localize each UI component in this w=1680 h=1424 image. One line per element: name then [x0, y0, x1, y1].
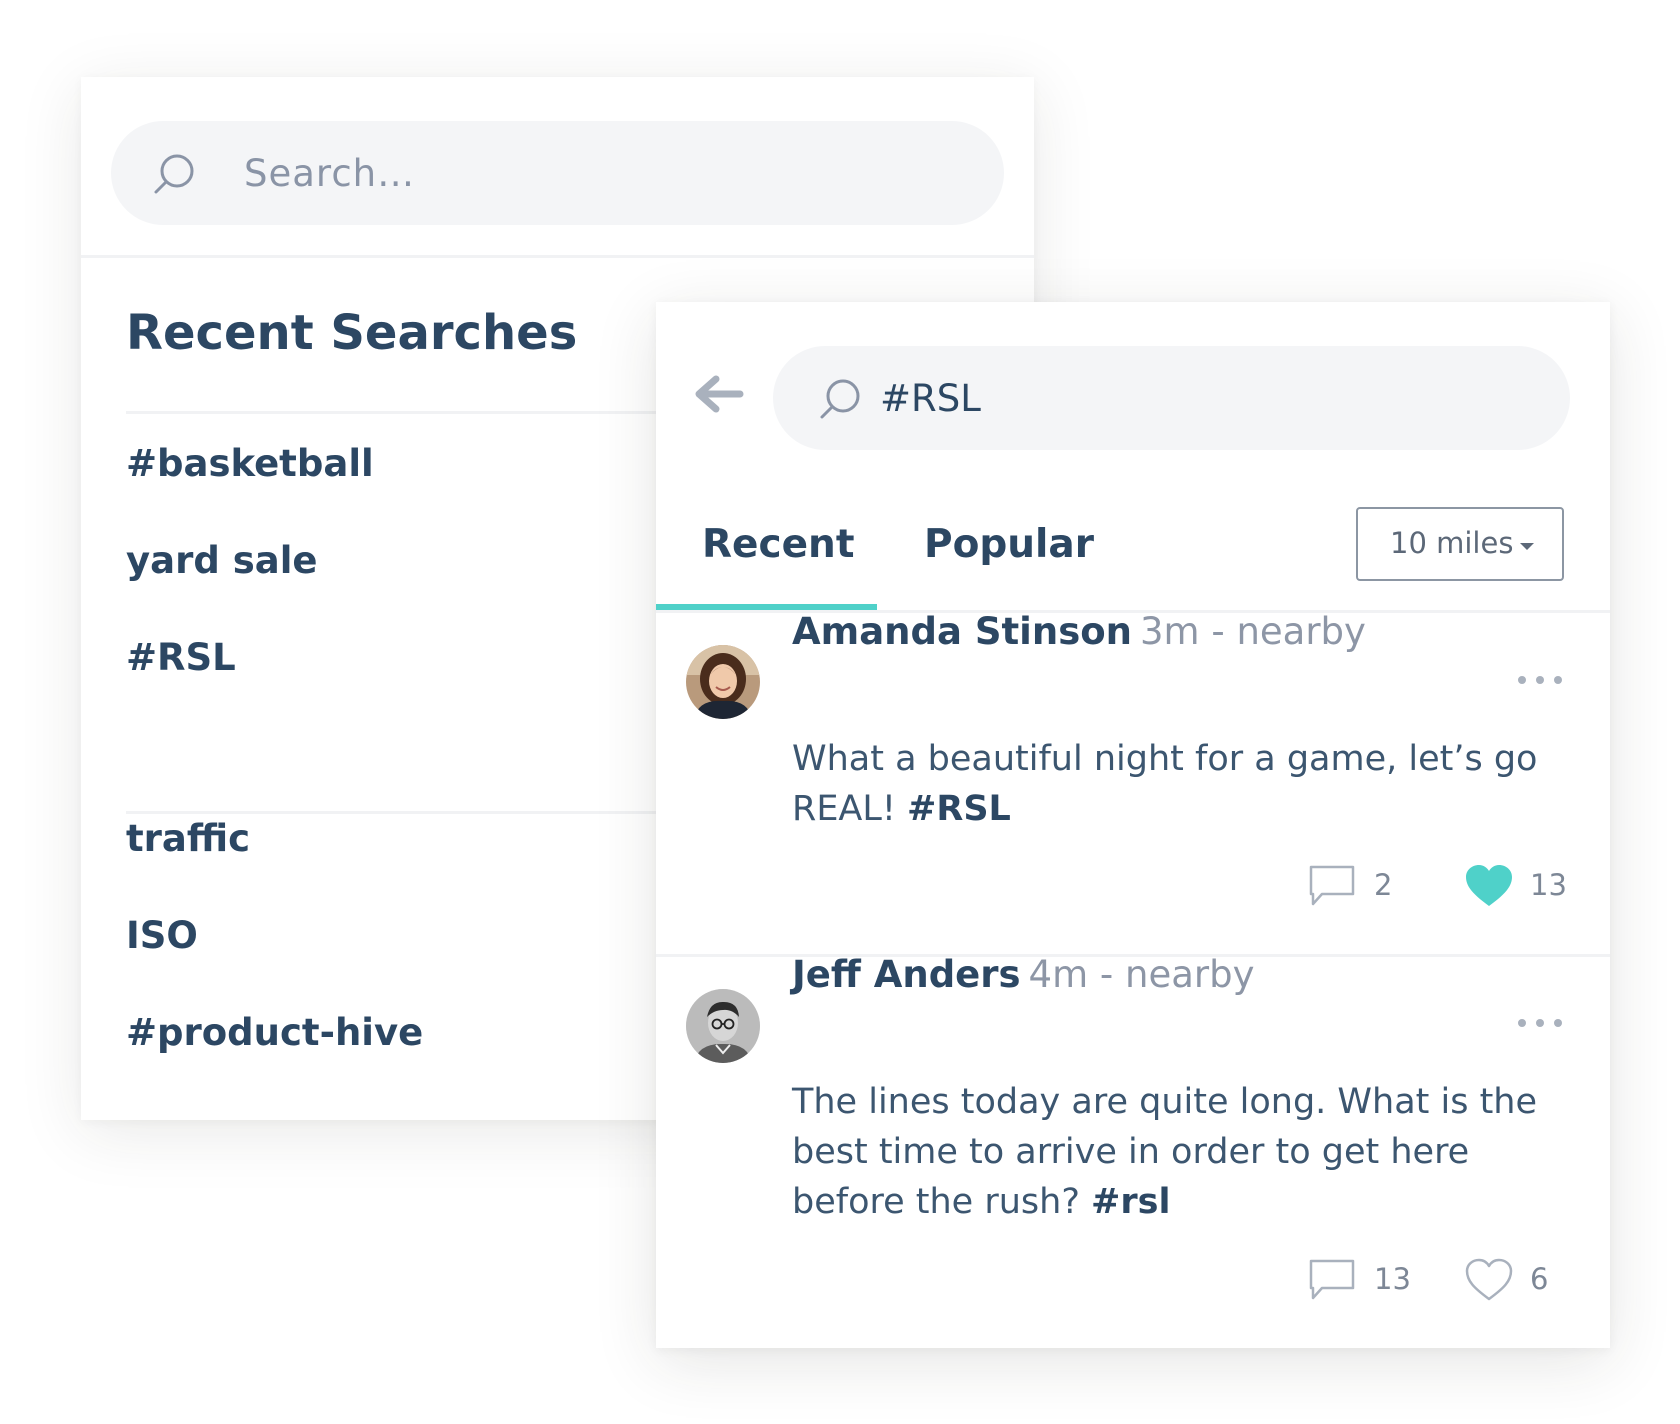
- like-count: 6: [1530, 1262, 1549, 1296]
- avatar[interactable]: [686, 989, 760, 1063]
- search-bar[interactable]: [773, 346, 1570, 450]
- comment-icon[interactable]: [1308, 1258, 1356, 1302]
- comment-count: 13: [1374, 1262, 1411, 1296]
- post-meta: 4m - nearby: [1028, 953, 1255, 996]
- tab-popular[interactable]: Popular: [924, 522, 1094, 567]
- post-header: Jeff Anders 4m - nearby: [792, 953, 1255, 996]
- header-divider: [81, 255, 1034, 258]
- search-bar[interactable]: [111, 121, 1004, 225]
- post-author[interactable]: Jeff Anders: [792, 953, 1021, 996]
- recent-search-item[interactable]: yard sale: [126, 539, 317, 582]
- recent-search-item[interactable]: #product-hive: [126, 1011, 423, 1054]
- search-input[interactable]: [880, 368, 1520, 428]
- recent-searches-title: Recent Searches: [126, 305, 578, 361]
- distance-dropdown[interactable]: 10 miles: [1356, 507, 1564, 581]
- heart-filled-icon[interactable]: [1464, 864, 1514, 908]
- avatar-woman-icon: [686, 645, 760, 719]
- search-results-panel: Recent Popular 10 miles Amanda Stinson3m…: [656, 302, 1610, 1348]
- post-hashtag[interactable]: #rsl: [1091, 1182, 1170, 1222]
- search-icon: [154, 154, 194, 194]
- post-hashtag[interactable]: #RSL: [907, 789, 1011, 829]
- tab-recent[interactable]: Recent: [702, 522, 854, 567]
- comment-icon[interactable]: [1308, 864, 1356, 908]
- like-count: 13: [1530, 868, 1567, 902]
- more-options-icon[interactable]: [1516, 1016, 1564, 1030]
- post-text: The lines today are quite long. What is …: [792, 1077, 1562, 1227]
- avatar[interactable]: [686, 645, 760, 719]
- recent-search-item[interactable]: ISO: [126, 914, 198, 957]
- search-input[interactable]: [244, 143, 944, 203]
- post-text: What a beautiful night for a game, let’s…: [792, 734, 1562, 834]
- recent-search-item[interactable]: #basketball: [126, 442, 374, 485]
- post-author[interactable]: Amanda Stinson: [792, 610, 1132, 653]
- more-options-icon[interactable]: [1516, 673, 1564, 687]
- comment-count: 2: [1374, 868, 1393, 902]
- search-icon: [820, 379, 860, 419]
- post-header: Amanda Stinson 3m - nearby: [792, 610, 1366, 653]
- back-arrow-icon[interactable]: [690, 372, 746, 416]
- stage: Recent Searches #basketball yard sale #R…: [0, 0, 1680, 1424]
- post-meta: 3m - nearby: [1139, 610, 1366, 653]
- avatar-man-icon: [686, 989, 760, 1063]
- chevron-down-icon: [1520, 543, 1534, 550]
- recent-search-item[interactable]: #RSL: [126, 636, 236, 679]
- heart-outline-icon[interactable]: [1464, 1258, 1514, 1302]
- recent-search-item[interactable]: traffic: [126, 817, 250, 860]
- post-text-body: What a beautiful night for a game, let’s…: [792, 739, 1538, 829]
- distance-dropdown-value: 10 miles: [1390, 526, 1514, 560]
